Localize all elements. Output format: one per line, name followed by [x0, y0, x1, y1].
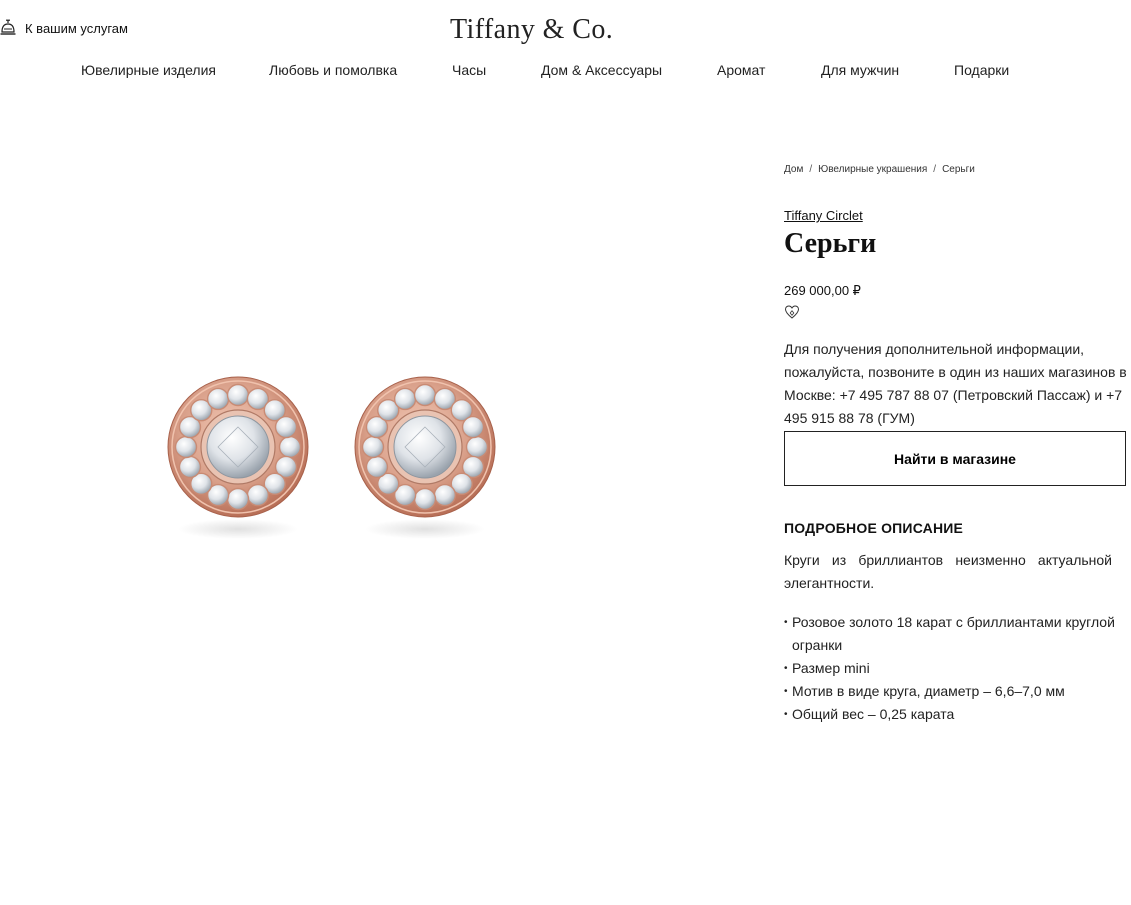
- concierge-link[interactable]: К вашим услугам: [0, 19, 128, 37]
- halo-diamond: [365, 455, 389, 479]
- nav-item-love[interactable]: Любовь и помолвка: [269, 62, 397, 78]
- breadcrumb-separator: /: [933, 164, 937, 175]
- heart-outline-icon[interactable]: [784, 304, 800, 320]
- feature-item: Розовое золото 18 карат с бриллиантами к…: [784, 611, 1129, 657]
- details-heading: ПОДРОБНОЕ ОПИСАНИЕ: [784, 520, 964, 536]
- halo-diamond: [274, 415, 298, 439]
- halo-diamond: [206, 387, 230, 411]
- collection-link[interactable]: Tiffany Circlet: [784, 208, 863, 223]
- earring-shadow: [365, 519, 485, 539]
- halo-diamond: [413, 487, 437, 511]
- nav-item-men[interactable]: Для мужчин: [821, 62, 899, 78]
- halo-diamond: [461, 415, 485, 439]
- halo-diamond: [178, 455, 202, 479]
- halo-diamond: [226, 383, 250, 407]
- breadcrumb-jewelry[interactable]: Ювелирные украшения: [818, 164, 927, 175]
- halo-diamond: [413, 383, 437, 407]
- nav-item-home[interactable]: Дом & Аксессуары: [541, 62, 662, 78]
- find-in-store-button[interactable]: Найти в магазине: [784, 431, 1126, 486]
- product-image[interactable]: [150, 365, 520, 555]
- halo-diamond: [393, 387, 417, 411]
- halo-diamond: [278, 435, 302, 459]
- center-diamond: [206, 415, 270, 479]
- earring-shadow: [178, 519, 298, 539]
- halo-diamond: [361, 435, 385, 459]
- halo-diamond: [174, 435, 198, 459]
- breadcrumb-separator: /: [809, 164, 813, 175]
- nav-item-jewelry[interactable]: Ювелирные изделия: [81, 62, 216, 78]
- contact-info: Для получения дополнительной информации,…: [784, 341, 1127, 426]
- main-nav: Ювелирные изделия Любовь и помолвка Часы…: [0, 62, 1131, 82]
- breadcrumb-home[interactable]: Дом: [784, 164, 803, 175]
- feature-item: Общий вес – 0,25 карата: [784, 703, 1129, 726]
- concierge-label: К вашим услугам: [25, 20, 128, 36]
- halo-diamond: [465, 435, 489, 459]
- breadcrumb: Дом / Ювелирные украшения / Серьги: [784, 164, 975, 175]
- nav-item-watches[interactable]: Часы: [452, 62, 486, 78]
- product-description: Круги из бриллиантов неизменно актуально…: [784, 552, 1112, 591]
- halo-diamond: [246, 483, 270, 507]
- nav-item-gifts[interactable]: Подарки: [954, 62, 1009, 78]
- nav-item-fragrance[interactable]: Аромат: [717, 62, 765, 78]
- breadcrumb-earrings[interactable]: Серьги: [942, 164, 975, 175]
- feature-list: Розовое золото 18 карат с бриллиантами к…: [784, 611, 1129, 726]
- service-bell-icon: [0, 19, 16, 37]
- halo-diamond: [433, 483, 457, 507]
- center-diamond: [393, 415, 457, 479]
- halo-diamond: [226, 487, 250, 511]
- product-title: Серьги: [784, 228, 877, 259]
- feature-item: Размер mini: [784, 657, 1129, 680]
- brand-logo[interactable]: Tiffany & Co.: [450, 14, 613, 46]
- product-price: 269 000,00 ₽: [784, 283, 861, 298]
- feature-item: Мотив в виде круга, диаметр – 6,6–7,0 мм: [784, 680, 1129, 703]
